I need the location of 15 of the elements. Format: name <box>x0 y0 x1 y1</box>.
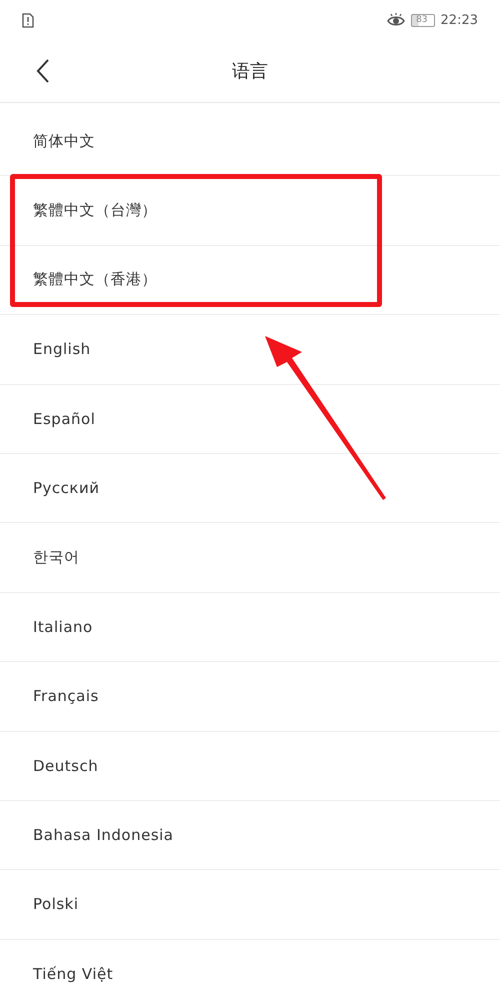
page-title: 语言 <box>232 60 268 83</box>
battery-indicator: 83 <box>411 14 435 26</box>
eye-icon <box>387 13 406 27</box>
language-item[interactable]: Deutsch <box>0 732 500 801</box>
language-item[interactable]: 繁體中文（香港） <box>0 246 500 316</box>
language-item[interactable]: Polski <box>0 870 500 940</box>
sim-alert-icon <box>22 12 34 28</box>
language-item[interactable]: 한국어 <box>0 523 500 593</box>
language-item[interactable]: Italiano <box>0 592 500 662</box>
language-item[interactable]: 简体中文 <box>0 107 500 176</box>
status-time: 22:23 <box>440 12 478 28</box>
language-item[interactable]: Bahasa Indonesia <box>0 800 500 870</box>
language-item[interactable]: Tiếng Việt <box>0 940 500 989</box>
language-item[interactable]: 繁體中文（台灣） <box>0 176 500 246</box>
language-item[interactable]: Français <box>0 662 500 732</box>
